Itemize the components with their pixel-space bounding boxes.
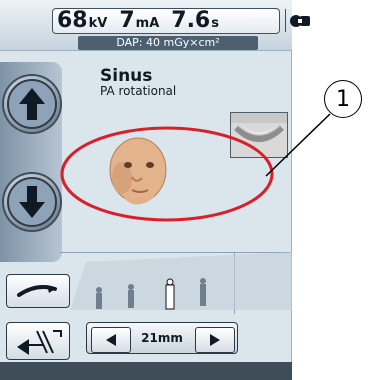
move-down-button[interactable] <box>4 174 60 230</box>
dap-readout: DAP: 40 mGy×cm² <box>78 36 258 50</box>
exam-subtitle: PA rotational <box>100 84 177 98</box>
device-settings-icon[interactable] <box>285 9 314 32</box>
collimation-icon <box>17 330 62 355</box>
arrow-down-icon <box>7 177 57 227</box>
rotate-arrow-icon <box>17 285 57 297</box>
exposure-parameters[interactable]: 68kV 7mA 7.6s <box>52 8 280 34</box>
time-parameter: 7.6s <box>171 8 219 33</box>
exam-title: Sinus <box>100 66 153 86</box>
increase-size-button[interactable] <box>195 327 235 353</box>
panoramic-preview-thumbnail[interactable] <box>230 112 288 158</box>
collimator-size-value: 21mm <box>141 331 183 345</box>
status-bar <box>0 362 292 380</box>
patient-head-model <box>98 132 176 218</box>
callout-number-1: 1 <box>324 80 362 118</box>
horizontal-divider <box>60 252 292 253</box>
kv-parameter: 68kV <box>57 8 108 33</box>
arrow-up-icon <box>7 79 57 129</box>
vertical-divider <box>234 252 235 314</box>
right-arrow-icon <box>210 334 220 346</box>
collimation-button[interactable] <box>6 322 70 360</box>
decrease-size-button[interactable] <box>91 327 131 353</box>
collimator-size-control: 21mm <box>86 322 238 354</box>
ma-parameter: 7mA <box>119 8 160 33</box>
rotate-button[interactable] <box>6 274 70 308</box>
move-up-button[interactable] <box>4 76 60 132</box>
left-arrow-icon <box>106 334 116 346</box>
